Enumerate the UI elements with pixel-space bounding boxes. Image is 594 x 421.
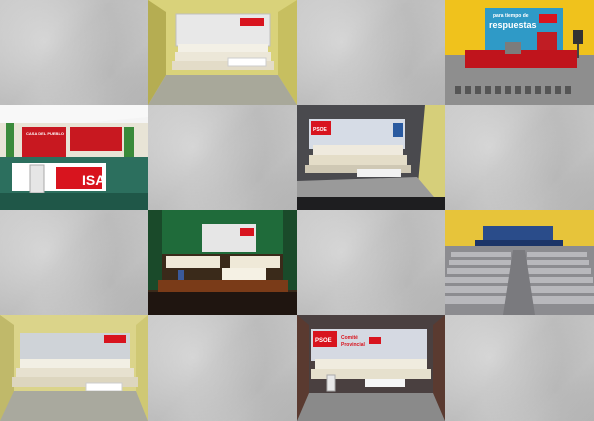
casa-label: CASA DEL PUEBLO (26, 131, 64, 136)
concrete-tile (0, 210, 148, 315)
render-cream-seating-room (0, 315, 148, 421)
comite-label: Comité (341, 335, 358, 341)
concrete-tile (148, 105, 297, 210)
render-collage: para tiempo de respuestas CASA DEL PUEBL… (0, 0, 594, 421)
render-yellow-auditorium (445, 210, 594, 315)
provincial-label: Provincial (341, 342, 366, 348)
concrete-tile (297, 0, 445, 105)
psoe-logo: PSOE (315, 338, 332, 344)
concrete-tile (0, 0, 148, 105)
render-casa-del-pueblo: CASA DEL PUEBLO ISA (0, 105, 148, 210)
psoe-label: PSOE (313, 127, 328, 133)
render-comite-provincial: PSOE Comité Provincial (297, 315, 445, 421)
render-green-curtain-stage (148, 210, 297, 315)
isa-sign: ISA (82, 172, 105, 188)
concrete-tile (445, 315, 594, 421)
slogan-main: respuestas (489, 20, 537, 30)
slogan-top: para tiempo de (493, 13, 529, 19)
render-yellow-room-seating (148, 0, 297, 105)
concrete-tile (148, 315, 297, 421)
concrete-tile (297, 210, 445, 315)
render-respuestas-stage: para tiempo de respuestas (445, 0, 594, 105)
render-comite-grey-hall: PSOE (297, 105, 445, 210)
concrete-tile (445, 105, 594, 210)
